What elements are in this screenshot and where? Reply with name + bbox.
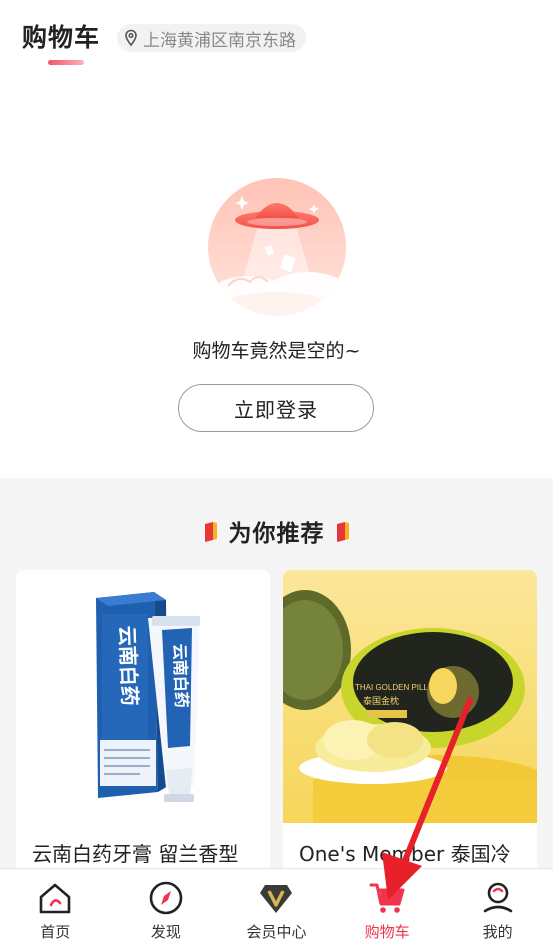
location-text: 上海黄浦区南京东路 [143,30,296,51]
product-card[interactable]: THAI GOLDEN PILLOW 泰国金枕 One's Member 泰国冷 [283,570,537,890]
recommend-title: 为你推荐 [228,521,325,547]
toothpaste-product-image: 云南白药 云南白药 [16,570,270,823]
tab-home[interactable]: 首页 [0,869,111,944]
tab-cart[interactable]: 购物车 [332,869,443,944]
header: 购物车 上海黄浦区南京东路 [0,0,553,78]
product-card[interactable]: 云南白药 云南白药 云南白药牙膏 留兰香型 [16,570,270,890]
tab-label: 会员中心 [246,923,307,941]
vip-badge-icon [260,885,293,913]
durian-ice-cream-product-image: THAI GOLDEN PILLOW 泰国金枕 [283,570,537,823]
tab-label: 首页 [40,923,71,941]
red-flag-icon [204,522,217,542]
tab-label: 我的 [482,923,513,941]
recommend-header: 为你推荐 [0,514,553,548]
profile-icon [483,882,512,913]
recommend-section: 为你推荐 云南白药 云南白药 云南白药牙膏 留兰香型 THAI GOLDEN P… [0,478,553,890]
product-name: 云南白药牙膏 留兰香型 [32,842,239,866]
location-selector[interactable]: 上海黄浦区南京东路 [117,24,306,52]
tab-member-center[interactable]: 会员中心 [221,869,332,944]
tab-label: 发现 [150,923,181,941]
empty-cart-ufo-illustration [208,178,346,316]
svg-text:泰国金枕: 泰国金枕 [363,695,399,707]
page-title: 购物车 [22,23,101,52]
svg-text:云南白药: 云南白药 [115,625,142,706]
compass-icon [149,881,183,915]
svg-text:云南白药: 云南白药 [170,643,191,708]
empty-cart-section: 购物车竟然是空的~ 立即登录 [0,78,553,478]
tab-discover[interactable]: 发现 [111,869,222,944]
home-icon [39,883,71,914]
tab-label: 购物车 [364,923,410,941]
cart-icon [369,883,405,913]
title-underline [48,60,84,65]
location-pin-icon [125,29,137,47]
red-flag-icon [336,522,349,542]
login-button[interactable]: 立即登录 [178,384,374,432]
empty-cart-message: 购物车竟然是空的~ [192,340,361,362]
product-name: One's Member 泰国冷 [299,842,511,866]
tab-profile[interactable]: 我的 [442,869,553,944]
bottom-tab-bar: 首页 发现 会员中心 购物车 我的 [0,868,553,944]
